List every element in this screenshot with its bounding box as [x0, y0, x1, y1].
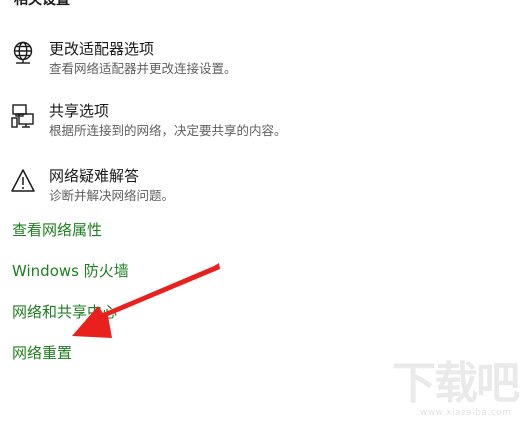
warning-icon [11, 169, 35, 192]
sharing-icon [11, 104, 34, 128]
cut-off-heading-text: 相关设置 [14, 0, 70, 6]
cut-off-section-heading: 相关设置 [0, 0, 529, 6]
change-adapter-options-title: 更改适配器选项 [49, 40, 155, 58]
network-troubleshooter-description: 诊断并解决网络问题。 [49, 188, 175, 203]
network-reset-link[interactable]: 网络重置 [12, 344, 72, 362]
network-adapter-icon [13, 41, 33, 64]
watermark: 下载吧 www.xiazaiba.com [388, 358, 520, 419]
sharing-options-description: 根据所连接到的网络，决定要共享的内容。 [49, 123, 287, 138]
windows-firewall-link[interactable]: Windows 防火墙 [12, 262, 129, 280]
network-troubleshooter-title: 网络疑难解答 [49, 167, 140, 185]
watermark-domain: www.xiazaiba.com [420, 408, 512, 418]
watermark-logo: 下载吧 [392, 358, 520, 409]
change-adapter-options-description: 查看网络适配器并更改连接设置。 [49, 61, 237, 76]
network-and-sharing-center-link[interactable]: 网络和共享中心 [12, 303, 117, 321]
sharing-options-title: 共享选项 [49, 102, 110, 120]
sharing-options[interactable]: 共享选项 根据所连接到的网络，决定要共享的内容。 [10, 102, 490, 146]
view-network-properties-link[interactable]: 查看网络属性 [12, 221, 102, 239]
network-troubleshooter[interactable]: 网络疑难解答 诊断并解决网络问题。 [10, 167, 490, 211]
change-adapter-options[interactable]: 更改适配器选项 查看网络适配器并更改连接设置。 [10, 40, 490, 84]
